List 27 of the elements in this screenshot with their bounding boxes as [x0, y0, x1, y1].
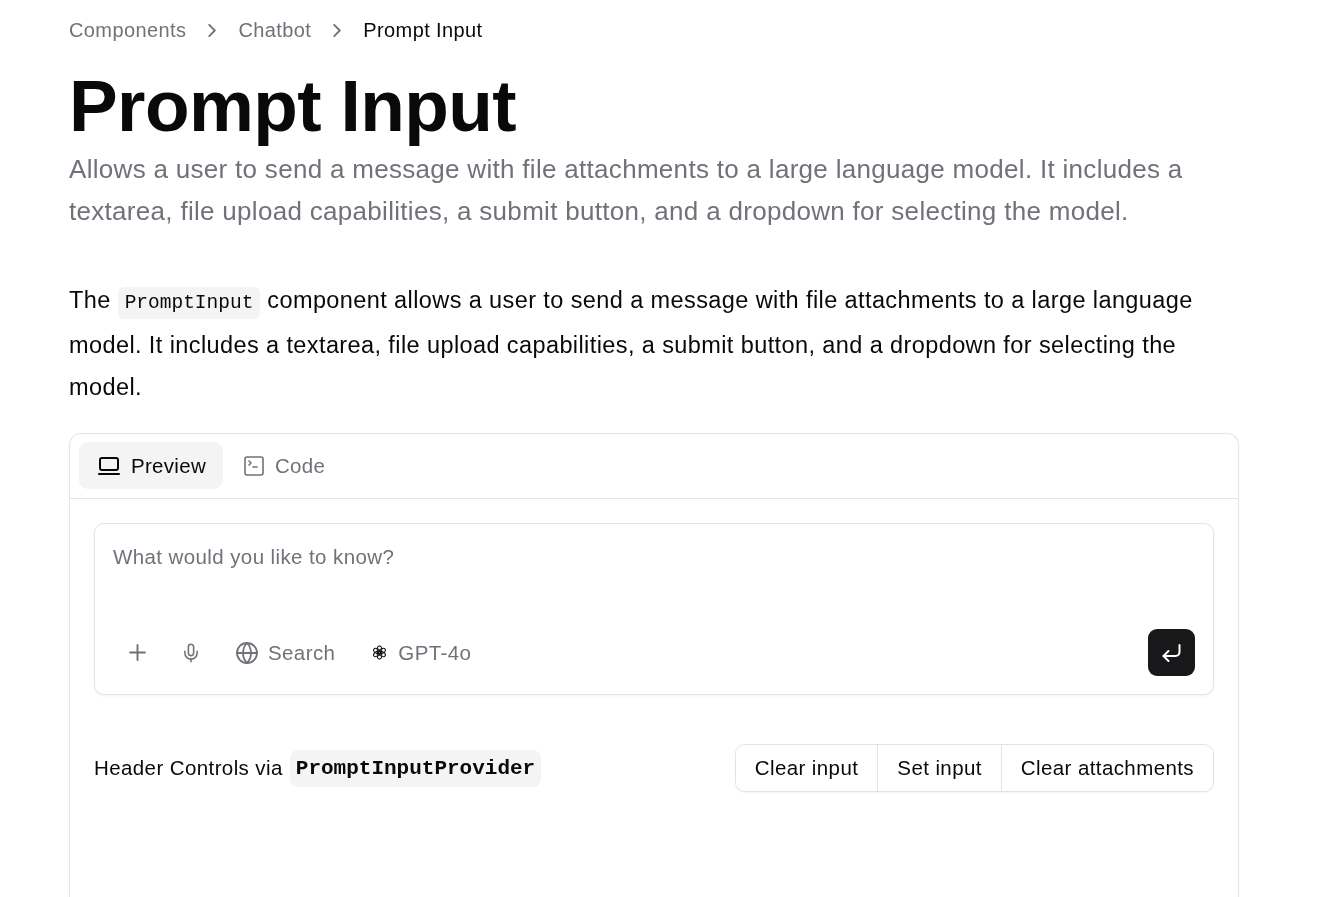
segmented-button[interactable]: Clear input	[735, 745, 878, 791]
laptop-icon	[98, 456, 120, 475]
inline-code: PromptInputProvider	[289, 749, 542, 787]
globe-icon	[236, 641, 258, 664]
segmented-button[interactable]: Set input	[877, 745, 1001, 791]
search-button[interactable]: Search	[221, 631, 351, 674]
microphone-icon	[184, 642, 198, 663]
prompt-field[interactable]: What would you like to know?	[95, 524, 1213, 614]
breadcrumb-current: Prompt Input	[363, 18, 483, 42]
rosette-icon	[372, 645, 388, 660]
plus-icon	[128, 644, 146, 661]
chevron-right-icon	[208, 23, 217, 37]
model-select[interactable]: GPT-4o	[356, 631, 488, 674]
breadcrumb-link[interactable]: Components	[69, 18, 187, 42]
submit-button[interactable]	[1148, 629, 1195, 676]
segmented-button[interactable]: Clear attachments	[1000, 745, 1213, 791]
controls-label: Header Controls via	[94, 756, 283, 780]
page-title: Prompt Input	[69, 64, 517, 148]
tab[interactable]: Code	[225, 442, 343, 489]
prompt-box[interactable]: What would you like to know? Search GPT-4o	[94, 523, 1214, 695]
return-arrow-icon	[1162, 643, 1181, 662]
tab[interactable]: Preview	[79, 442, 223, 489]
chevron-right-icon	[333, 23, 342, 37]
terminal-icon	[244, 455, 264, 476]
intro-paragraph: The PromptInput component allows a user to send a message with file attachments to a large language model. It includes a textarea, file upload capabilities, a submit button, and a dropdown for selecting the model.	[69, 286, 1194, 402]
breadcrumb-link[interactable]: Chatbot	[238, 18, 312, 42]
page-description: Allows a user to send a message with file attachments to a large language model. It includes a textarea, file upload capabilities, a submit button, and a dropdown for selecting the model.	[69, 153, 1184, 228]
